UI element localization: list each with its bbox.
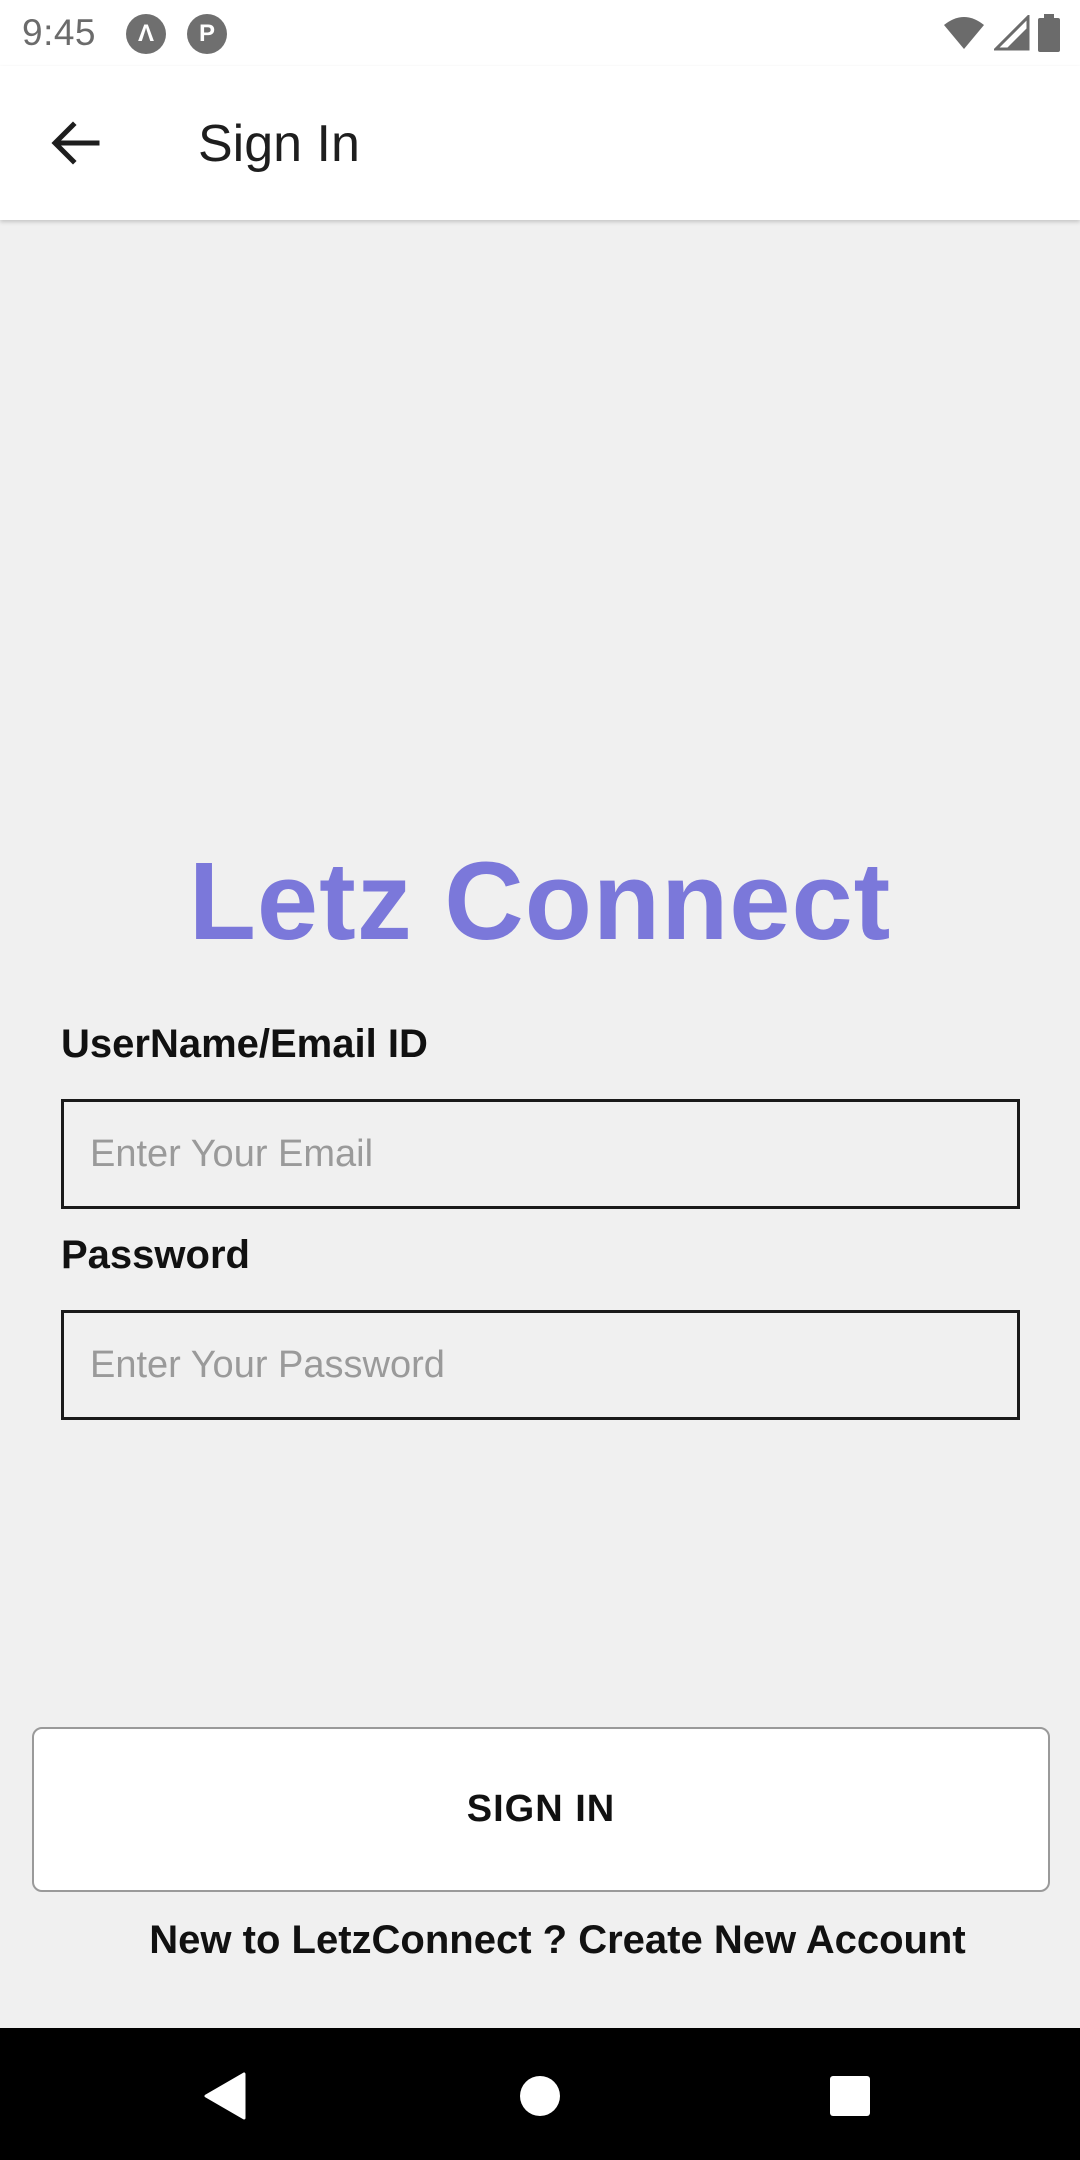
battery-icon: [1038, 14, 1060, 52]
app-a-icon: Λ: [126, 14, 166, 54]
status-bar: 9:45 Λ P: [0, 0, 1080, 66]
back-button[interactable]: [36, 111, 116, 175]
password-field[interactable]: [61, 1310, 1020, 1420]
sign-in-button[interactable]: SIGN IN: [32, 1727, 1050, 1892]
signup-prompt-text: New to LetzConnect ?: [149, 1918, 579, 1962]
email-field[interactable]: [61, 1099, 1020, 1209]
status-icons: [942, 14, 1060, 52]
app-bar: Sign In: [0, 66, 1080, 220]
page-title: Sign In: [198, 115, 360, 173]
create-account-prompt: New to LetzConnect ? Create New Account: [0, 1918, 1080, 1963]
app-p-icon: P: [187, 14, 227, 54]
cell-signal-icon: [994, 15, 1030, 51]
create-account-link[interactable]: Create New Account: [578, 1918, 966, 1962]
back-triangle-icon: [204, 2072, 246, 2120]
status-time: 9:45: [22, 12, 97, 53]
wifi-icon: [944, 17, 984, 49]
nav-home-button[interactable]: [500, 2056, 580, 2136]
sign-in-screen: 9:45 Λ P Sign In Letz Connect UserName/E…: [0, 0, 1080, 2160]
brand-title: Letz Connect: [188, 840, 892, 963]
nav-recents-button[interactable]: [810, 2056, 890, 2136]
recents-square-icon: [830, 2076, 870, 2116]
password-label: Password: [61, 1233, 250, 1277]
arrow-left-icon: [51, 121, 100, 165]
nav-back-button[interactable]: [186, 2056, 266, 2136]
email-label: UserName/Email ID: [61, 1022, 428, 1066]
home-circle-icon: [520, 2076, 560, 2116]
system-nav-bar: [0, 2028, 1080, 2160]
